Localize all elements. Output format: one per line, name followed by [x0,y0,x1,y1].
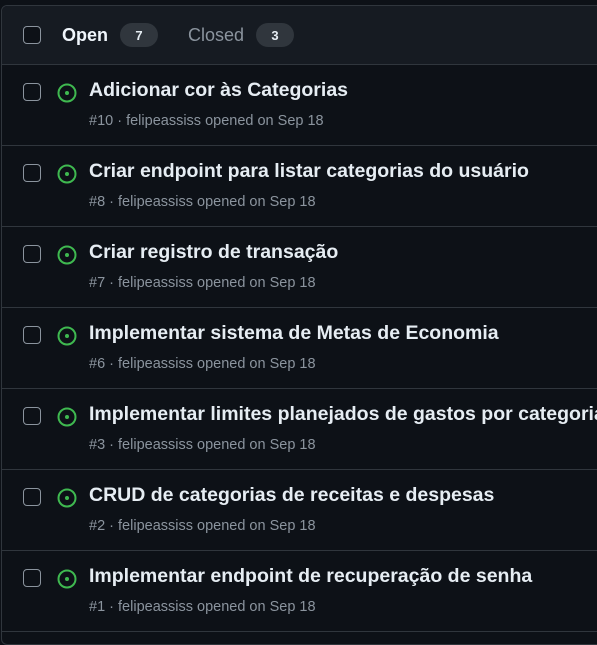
tab-closed-label: Closed [188,24,245,45]
issue-opened-icon [57,569,77,589]
issue-author-link[interactable]: felipeassiss [118,599,193,615]
issue-row[interactable]: Criar registro de transação #7 · felipeas… [2,227,597,308]
issue-row[interactable]: Implementar limites planejados de gastos… [2,389,597,470]
issue-opened-icon [57,164,77,184]
select-all-checkbox[interactable] [23,26,41,44]
meta-separator: · [105,599,119,615]
issue-opened-date: opened on Sep 18 [197,599,316,615]
issue-number: #1 [89,599,106,615]
issue-opened-date: opened on Sep 18 [197,356,316,372]
issue-opened-icon [57,488,77,508]
issue-author-link[interactable]: felipeassiss [118,275,193,291]
issue-number: #3 [89,437,106,453]
tab-open-label: Open [62,24,109,45]
issue-title-link[interactable]: Implementar limites planejados de gastos… [89,403,597,426]
meta-separator: · [105,437,119,453]
issue-opened-date: opened on Sep 18 [205,113,324,129]
issues-header: Open 7 Closed 3 [2,6,597,65]
tab-open[interactable]: Open 7 [62,23,159,47]
issue-opened-icon [57,83,77,103]
issue-row[interactable]: Implementar endpoint de recuperação de s… [2,551,597,632]
issue-title-link[interactable]: Criar registro de transação [89,241,338,264]
issue-opened-date: opened on Sep 18 [197,194,316,210]
issue-meta: #7 · felipeassiss opened on Sep 18 [89,275,316,291]
issue-opened-date: opened on Sep 18 [197,275,316,291]
closed-count-badge: 3 [256,23,295,47]
meta-separator: · [105,275,119,291]
issue-number: #10 [89,113,114,129]
issue-title-link[interactable]: Adicionar cor às Categorias [89,79,348,102]
issue-number: #6 [89,356,106,372]
issue-row[interactable]: Adicionar cor às Categorias #10 · felipea… [2,65,597,146]
issue-checkbox[interactable] [23,164,41,182]
issue-opened-date: opened on Sep 18 [197,437,316,453]
issue-title-link[interactable]: Implementar sistema de Metas de Economia [89,322,499,345]
issue-meta: #8 · felipeassiss opened on Sep 18 [89,194,316,210]
issue-checkbox[interactable] [23,326,41,344]
issue-list: Adicionar cor às Categorias #10 · felipea… [2,65,597,632]
meta-separator: · [105,518,119,534]
issue-number: #8 [89,194,106,210]
issue-opened-icon [57,407,77,427]
issue-title-link[interactable]: Implementar endpoint de recuperação de s… [89,565,532,588]
meta-separator: · [105,356,119,372]
issue-row[interactable]: Implementar sistema de Metas de Economia… [2,308,597,389]
issue-meta: #6 · felipeassiss opened on Sep 18 [89,356,316,372]
issue-checkbox[interactable] [23,407,41,425]
issue-opened-icon [57,245,77,265]
issue-row[interactable]: CRUD de categorias de receitas e despesa… [2,470,597,551]
issue-meta: #2 · felipeassiss opened on Sep 18 [89,518,316,534]
issue-number: #2 [89,518,106,534]
issue-author-link[interactable]: felipeassiss [118,437,193,453]
issue-checkbox[interactable] [23,488,41,506]
issues-panel: Open 7 Closed 3 Adicionar cor às Categor… [1,5,597,645]
issue-opened-date: opened on Sep 18 [197,518,316,534]
issue-opened-icon [57,326,77,346]
issue-author-link[interactable]: felipeassiss [126,113,201,129]
issue-checkbox[interactable] [23,83,41,101]
issue-meta: #3 · felipeassiss opened on Sep 18 [89,437,316,453]
open-count-badge: 7 [120,23,159,47]
issue-checkbox[interactable] [23,569,41,587]
issue-row[interactable]: Criar endpoint para listar categorias do… [2,146,597,227]
issue-meta: #10 · felipeassiss opened on Sep 18 [89,113,324,129]
meta-separator: · [105,194,119,210]
meta-separator: · [113,113,127,129]
issue-author-link[interactable]: felipeassiss [118,194,193,210]
issue-title-link[interactable]: Criar endpoint para listar categorias do… [89,160,529,183]
issue-checkbox[interactable] [23,245,41,263]
issue-author-link[interactable]: felipeassiss [118,356,193,372]
tab-closed[interactable]: Closed 3 [188,23,295,47]
issue-number: #7 [89,275,106,291]
issue-author-link[interactable]: felipeassiss [118,518,193,534]
issue-meta: #1 · felipeassiss opened on Sep 18 [89,599,316,615]
issue-title-link[interactable]: CRUD de categorias de receitas e despesa… [89,484,494,507]
